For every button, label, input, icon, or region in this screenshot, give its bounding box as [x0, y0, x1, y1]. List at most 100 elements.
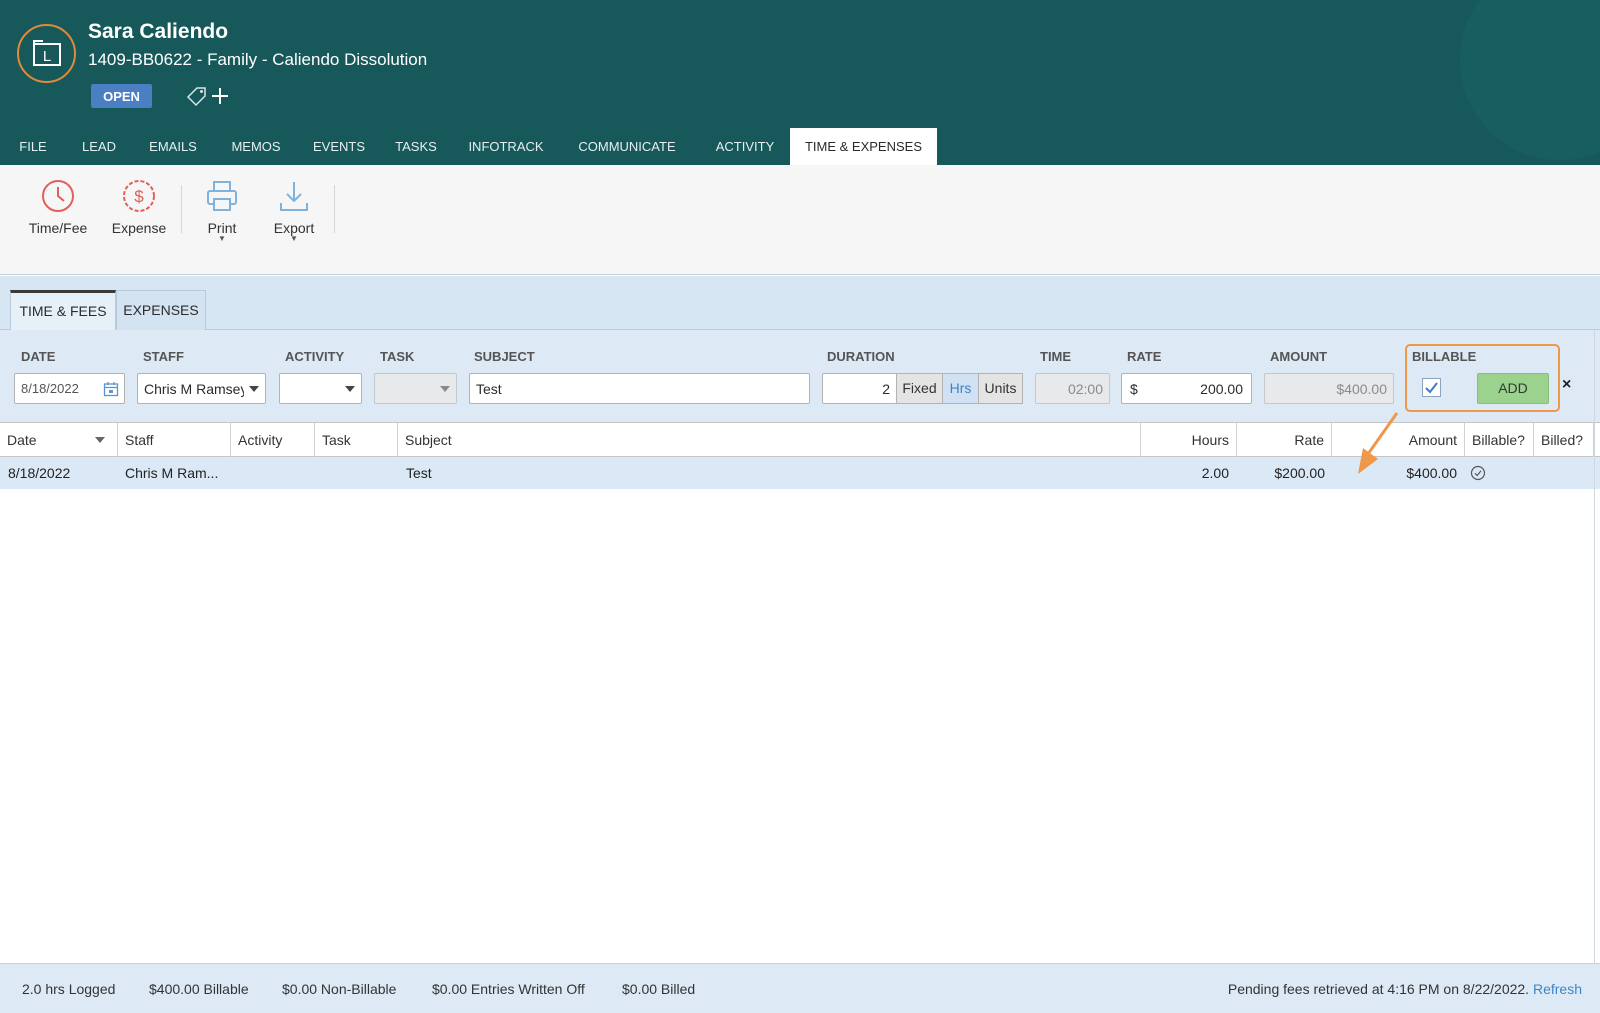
- column-billed[interactable]: Billed?: [1534, 423, 1594, 457]
- time-value: 02:00: [1067, 380, 1103, 397]
- pending-fees-text: Pending fees retrieved at 4:16 PM on 8/2…: [1227, 981, 1530, 997]
- tab-emails[interactable]: EMAILS: [138, 128, 208, 165]
- non-billable-total: $0.00 Non-Billable: [282, 981, 397, 997]
- matter-logo: L: [17, 24, 76, 83]
- column-task[interactable]: Task: [315, 423, 398, 457]
- rate-currency: $: [1130, 380, 1138, 397]
- calendar-icon[interactable]: [103, 381, 119, 397]
- status-badge[interactable]: OPEN: [91, 84, 152, 108]
- column-subject[interactable]: Subject: [398, 423, 1141, 457]
- tab-lead[interactable]: LEAD: [72, 128, 126, 165]
- toolbar-divider: [334, 185, 335, 233]
- refresh-link[interactable]: Refresh: [1533, 981, 1582, 997]
- staff-value: Chris M Ramsey: [144, 380, 244, 397]
- duration-fixed-button[interactable]: Fixed: [896, 373, 943, 404]
- activity-select[interactable]: [279, 373, 362, 404]
- chevron-down-icon: [345, 386, 355, 392]
- dollar-circle-icon: $: [123, 180, 155, 212]
- duration-hrs-button[interactable]: Hrs: [942, 373, 979, 404]
- billable-total: $400.00 Billable: [149, 981, 249, 997]
- billable-checkbox[interactable]: [1422, 378, 1441, 397]
- staff-label: STAFF: [143, 349, 184, 364]
- task-label: TASK: [380, 349, 415, 364]
- matter-header: L Sara Caliendo 1409-BB0622 - Family - C…: [0, 0, 1600, 165]
- column-staff[interactable]: Staff: [118, 423, 231, 457]
- matter-title: 1409-BB0622 - Family - Caliendo Dissolut…: [88, 50, 428, 69]
- close-icon[interactable]: ×: [1562, 376, 1571, 394]
- scroll-edge: [1594, 330, 1595, 963]
- billable-check-icon: [1470, 465, 1486, 481]
- toolbar-divider: [181, 185, 182, 233]
- download-icon: [280, 182, 308, 211]
- checkmark-icon: [1425, 382, 1438, 394]
- hours-logged: 2.0 hrs Logged: [22, 981, 116, 997]
- add-tag-button[interactable]: [186, 83, 234, 109]
- summary-footer: 2.0 hrs Logged $400.00 Billable $0.00 No…: [0, 963, 1600, 1013]
- billed-total: $0.00 Billed: [622, 981, 696, 997]
- task-select[interactable]: [374, 373, 457, 404]
- row-date: 8/18/2022: [8, 465, 71, 481]
- chevron-down-icon: [249, 386, 259, 392]
- svg-text:$: $: [134, 187, 144, 206]
- staff-select[interactable]: Chris M Ramsey: [137, 373, 266, 404]
- column-activity[interactable]: Activity: [231, 423, 315, 457]
- row-subject: Test: [406, 465, 432, 481]
- date-label: DATE: [21, 349, 56, 364]
- duration-label: DURATION: [827, 349, 895, 364]
- column-hours[interactable]: Hours: [1141, 423, 1237, 457]
- export-button[interactable]: Export ▼: [266, 179, 322, 243]
- amount-value: $400.00: [1336, 380, 1387, 397]
- column-rate[interactable]: Rate: [1237, 423, 1332, 457]
- time-field[interactable]: 02:00: [1035, 373, 1110, 404]
- tab-file[interactable]: FILE: [10, 128, 56, 165]
- tab-communicate[interactable]: COMMUNICATE: [568, 128, 686, 165]
- activity-label: ACTIVITY: [285, 349, 345, 364]
- rate-field[interactable]: $ 200.00: [1121, 373, 1252, 404]
- time-fee-label: Time/Fee: [28, 220, 88, 236]
- chevron-down-icon: [440, 386, 450, 392]
- print-button[interactable]: Print ▼: [196, 179, 248, 243]
- rate-value: 200.00: [1200, 380, 1243, 397]
- row-hours: 2.00: [1201, 465, 1229, 481]
- rate-label: RATE: [1127, 349, 1162, 364]
- sort-desc-icon: [95, 437, 105, 443]
- clock-icon: [42, 180, 74, 212]
- subject-label: SUBJECT: [474, 349, 535, 364]
- print-dropdown-caret: ▼: [218, 234, 226, 243]
- tab-events[interactable]: EVENTS: [304, 128, 374, 165]
- written-off-total: $0.00 Entries Written Off: [432, 981, 585, 997]
- duration-units-button[interactable]: Units: [978, 373, 1023, 404]
- column-billable[interactable]: Billable?: [1465, 423, 1534, 457]
- tab-infotrack[interactable]: INFOTRACK: [458, 128, 554, 165]
- amount-field: $400.00: [1264, 373, 1394, 404]
- tab-time-fees[interactable]: TIME & FEES: [10, 290, 116, 330]
- date-value: 8/18/2022: [21, 381, 79, 396]
- tab-tasks[interactable]: TASKS: [386, 128, 446, 165]
- subject-field[interactable]: Test: [469, 373, 810, 404]
- subtab-bar: TIME & FEES EXPENSES: [0, 276, 1600, 330]
- duration-field[interactable]: 2: [822, 373, 897, 404]
- time-fee-button[interactable]: Time/Fee: [24, 179, 92, 236]
- tab-time-expenses[interactable]: TIME & EXPENSES: [790, 128, 937, 165]
- tab-activity[interactable]: ACTIVITY: [706, 128, 784, 165]
- subject-value: Test: [476, 380, 502, 397]
- header-decoration: [1460, 0, 1600, 160]
- tab-memos[interactable]: MEMOS: [220, 128, 292, 165]
- plus-icon: [212, 88, 228, 104]
- client-name: Sara Caliendo: [88, 20, 229, 43]
- expense-label: Expense: [111, 220, 167, 236]
- row-rate: $200.00: [1274, 465, 1325, 481]
- time-label: TIME: [1040, 349, 1072, 364]
- amount-label: AMOUNT: [1270, 349, 1328, 364]
- annotation-arrow-icon: [1358, 412, 1399, 474]
- tag-icon: [186, 87, 206, 107]
- ribbon-toolbar: Time/Fee $ Expense Print ▼ Export ▼: [0, 165, 1600, 275]
- folder-logo-icon: L: [32, 39, 61, 66]
- time-entry-form: DATE STAFF ACTIVITY TASK SUBJECT DURATIO…: [0, 330, 1600, 422]
- pending-fees-status: Pending fees retrieved at 4:16 PM on 8/2…: [1228, 981, 1582, 997]
- add-button[interactable]: ADD: [1477, 373, 1549, 404]
- printer-icon: [207, 181, 237, 211]
- tab-expenses[interactable]: EXPENSES: [116, 290, 206, 330]
- date-field[interactable]: 8/18/2022: [14, 373, 125, 404]
- expense-button[interactable]: $ Expense: [106, 179, 172, 236]
